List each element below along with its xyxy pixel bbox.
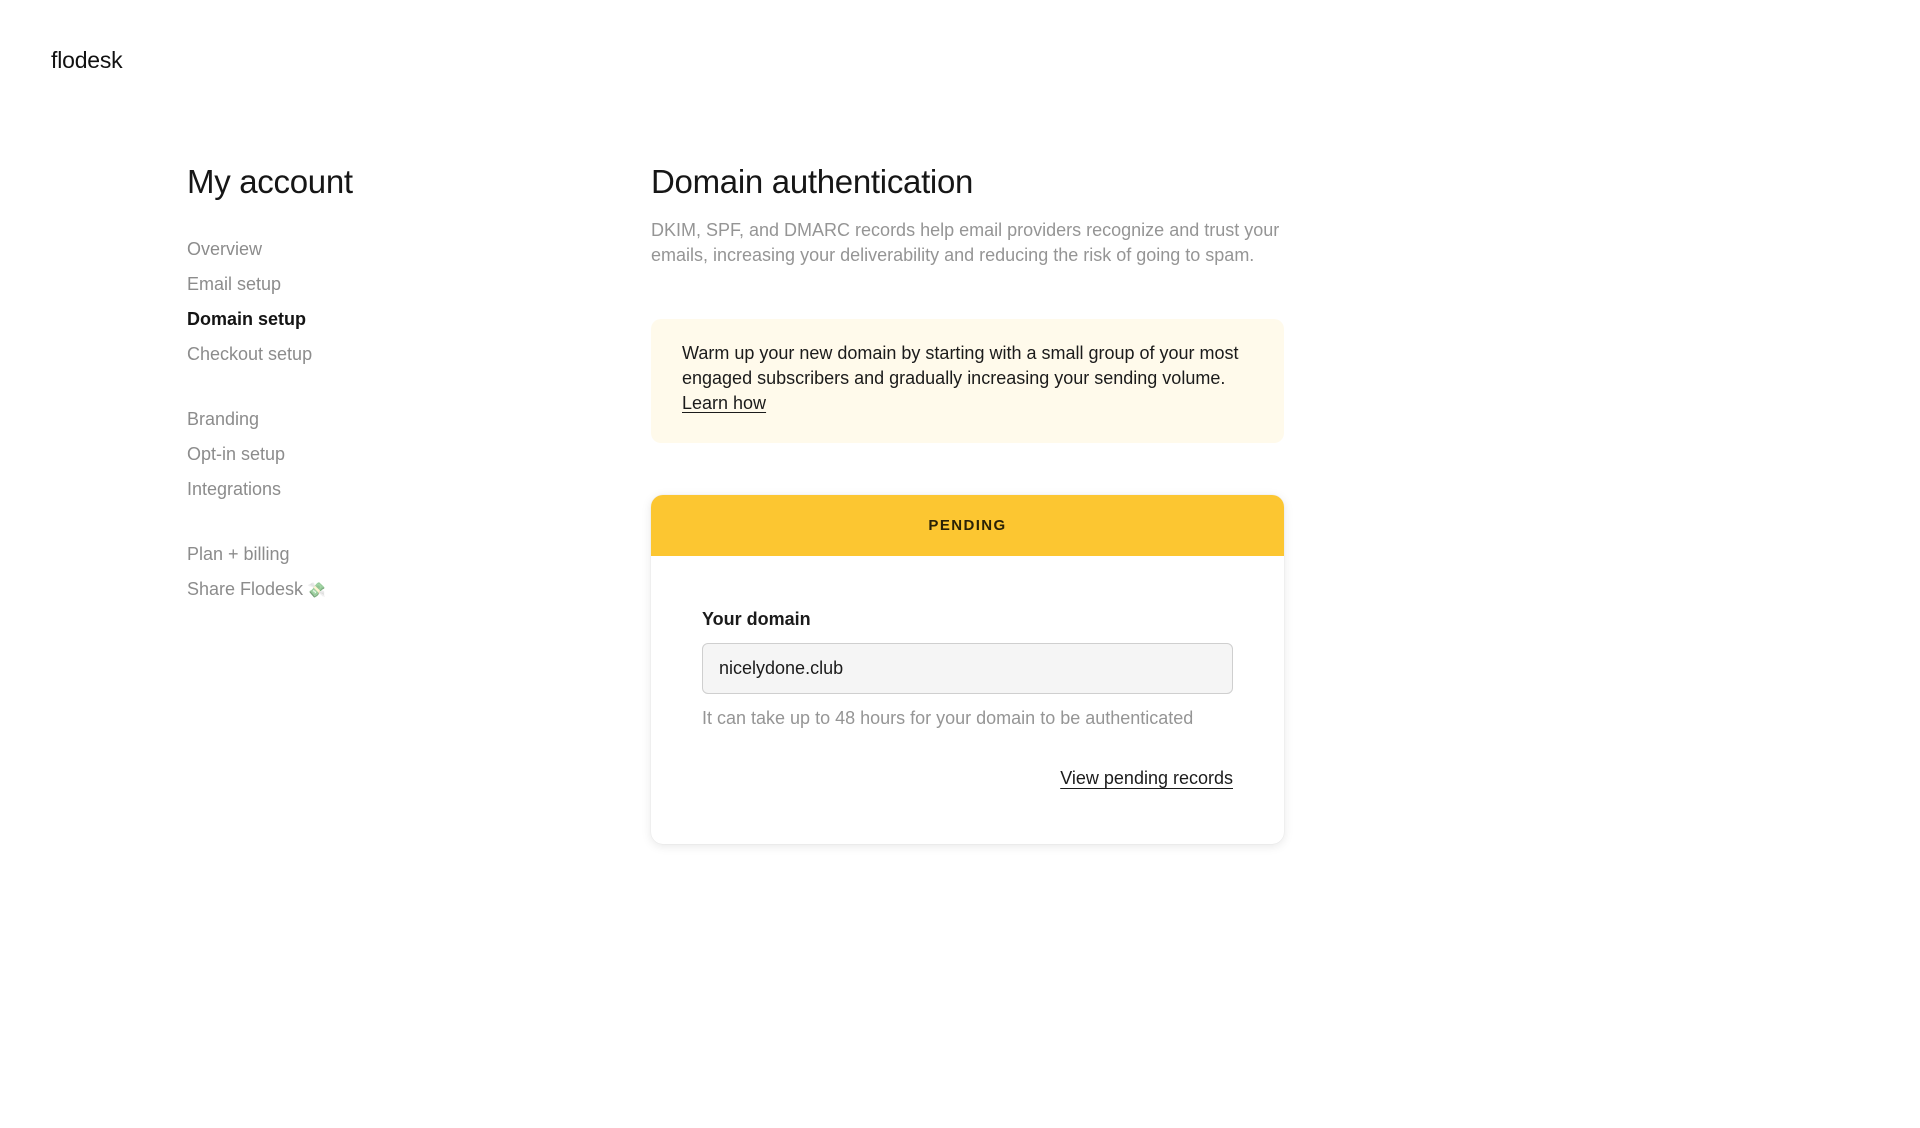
nav-group-billing: Plan + billing Share Flodesk 💸 [187,537,567,608]
sidebar-item-label: Share Flodesk [187,579,304,599]
money-with-wings-icon: 💸 [307,582,326,599]
nav-group-account: Overview Email setup Domain setup Checko… [187,232,567,372]
domain-helper-text: It can take up to 48 hours for your doma… [702,708,1194,728]
domain-input[interactable] [702,643,1233,694]
sidebar-item-opt-in-setup[interactable]: Opt-in setup [187,437,567,472]
nav-group-brand: Branding Opt-in setup Integrations [187,402,567,507]
account-sidebar: My account Overview Email setup Domain s… [187,160,567,608]
sidebar-item-domain-setup[interactable]: Domain setup [187,302,567,337]
domain-field-label: Your domain [702,609,811,629]
status-badge: PENDING [651,495,1284,556]
domain-status-card: PENDING Your domain It can take up to 48… [651,495,1284,844]
flodesk-logo[interactable]: flodesk [51,47,123,74]
page-title: Domain authentication [651,163,974,200]
sidebar-item-branding[interactable]: Branding [187,402,567,437]
intro-text: DKIM, SPF, and DMARC records help email … [651,220,1280,265]
card-actions: View pending records [702,768,1233,789]
domain-authentication-panel: Domain authentication DKIM, SPF, and DMA… [651,160,1284,844]
learn-how-link[interactable]: Learn how [682,393,766,413]
sidebar-item-share-flodesk[interactable]: Share Flodesk 💸 [187,572,567,608]
sidebar-title: My account [187,163,353,200]
sidebar-item-checkout-setup[interactable]: Checkout setup [187,337,567,372]
sidebar-item-integrations[interactable]: Integrations [187,472,567,507]
view-pending-records-link[interactable]: View pending records [1060,768,1233,788]
sidebar-item-email-setup[interactable]: Email setup [187,267,567,302]
sidebar-item-plan-billing[interactable]: Plan + billing [187,537,567,572]
card-body: Your domain It can take up to 48 hours f… [651,556,1284,844]
sidebar-item-overview[interactable]: Overview [187,232,567,267]
notice-text: Warm up your new domain by starting with… [682,343,1239,388]
warmup-notice: Warm up your new domain by starting with… [651,319,1284,443]
